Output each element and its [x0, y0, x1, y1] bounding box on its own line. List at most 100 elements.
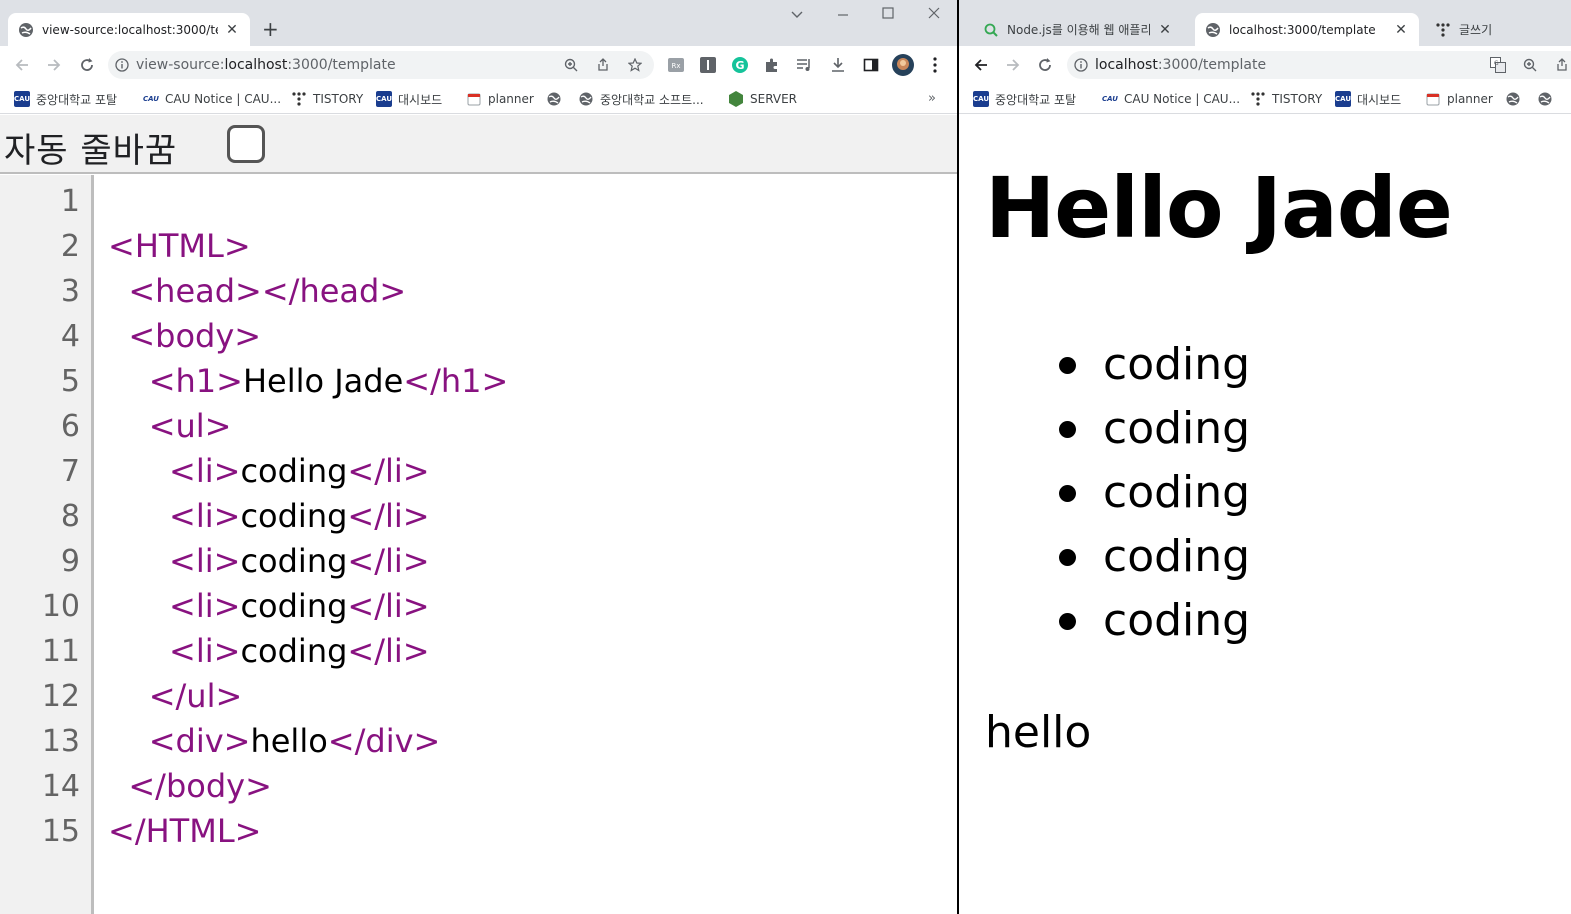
html-tag: </h1> — [403, 362, 509, 400]
close-window-icon[interactable] — [911, 4, 957, 26]
source-line: <ul> — [108, 404, 232, 449]
reload-icon[interactable] — [75, 53, 99, 77]
list-item-text: coding — [1103, 403, 1251, 454]
zoom-icon[interactable] — [560, 54, 582, 76]
share-icon[interactable] — [592, 54, 614, 76]
bookmark-server[interactable]: SERVER — [728, 89, 797, 109]
html-tag: </div> — [327, 722, 441, 760]
cau-dashboard-icon: CAU — [1335, 91, 1351, 107]
bookmark-tistory[interactable]: TISTORY — [291, 89, 363, 109]
extension-rx-icon[interactable]: Rx — [665, 54, 687, 76]
bookmark-tistory[interactable]: TISTORY — [1250, 89, 1322, 109]
chevron-down-icon[interactable] — [774, 4, 820, 26]
bookmark-cau-notice[interactable]: CAU CAU Notice | CAU... — [1102, 89, 1240, 109]
bookmark-cau-portal[interactable]: CAU 중앙대학교 포탈 — [14, 89, 117, 109]
bookmarks-more-button[interactable]: » — [928, 91, 936, 106]
zoom-icon[interactable] — [1519, 54, 1541, 76]
extension-i-icon[interactable] — [697, 54, 719, 76]
line-number: 12 — [41, 679, 80, 714]
line-number: 6 — [60, 409, 80, 444]
menu-icon[interactable] — [924, 54, 946, 76]
tab-nodejs-article[interactable]: Node.js를 이용해 웹 애플리케 ✕ — [973, 13, 1183, 46]
bookmark-dashboard[interactable]: CAU 대시보드 — [1335, 89, 1401, 109]
forward-icon[interactable] — [42, 53, 66, 77]
tab-view-source[interactable]: view-source:localhost:3000/temp ✕ — [8, 13, 250, 46]
source-line: </ul> — [108, 674, 243, 719]
tab-title: Node.js를 이용해 웹 애플리케 — [1007, 23, 1151, 37]
bookmark-globe-2[interactable] — [1537, 89, 1559, 109]
bookmark-globe[interactable] — [1505, 89, 1527, 109]
bookmarks-bar: CAU 중앙대학교 포탈 CAU CAU Notice | CAU... TIS… — [0, 84, 957, 114]
list-item-text: coding — [1103, 339, 1251, 390]
address-bar[interactable]: view-source: localhost:3000/template — [108, 51, 654, 79]
bullet-icon — [1059, 613, 1076, 630]
bookmark-cau-notice[interactable]: CAU CAU Notice | CAU... — [143, 89, 281, 109]
media-control-icon[interactable] — [793, 54, 815, 76]
list-item-text: coding — [1103, 467, 1251, 518]
maximize-icon[interactable] — [865, 4, 911, 26]
html-tag: </li> — [347, 497, 430, 535]
toolbar: localhost:3000/template G — [959, 46, 1571, 84]
source-line: <li>coding</li> — [108, 584, 430, 629]
cau-dashboard-icon: CAU — [376, 91, 392, 107]
text-node: coding — [240, 497, 348, 535]
side-panel-icon[interactable] — [860, 54, 882, 76]
tab-localhost-template[interactable]: localhost:3000/template ✕ — [1195, 13, 1419, 46]
source-line: <li>coding</li> — [108, 539, 430, 584]
bookmark-planner[interactable]: planner — [1425, 89, 1493, 109]
page-heading: Hello Jade — [985, 159, 1453, 257]
html-tag: <ul> — [108, 407, 232, 445]
forward-icon[interactable] — [1001, 53, 1025, 77]
url-path: :3000/template — [287, 57, 396, 73]
site-info-icon[interactable] — [1067, 58, 1095, 72]
globe-icon — [1505, 91, 1521, 107]
back-icon[interactable] — [10, 53, 34, 77]
search-ext-icon — [983, 22, 999, 38]
html-tag: </li> — [347, 542, 430, 580]
url-host: localhost — [224, 57, 288, 73]
close-icon[interactable]: ✕ — [1157, 22, 1173, 38]
close-icon[interactable]: ✕ — [224, 22, 240, 38]
new-tab-button[interactable]: + — [262, 18, 279, 40]
globe-icon — [1205, 22, 1221, 38]
source-line: </body> — [108, 764, 272, 809]
line-number: 4 — [60, 319, 80, 354]
bookmark-dashboard[interactable]: CAU 대시보드 — [376, 89, 442, 109]
reload-icon[interactable] — [1033, 53, 1057, 77]
tistory-icon — [291, 91, 307, 107]
address-bar[interactable]: localhost:3000/template G — [1067, 51, 1571, 79]
line-number: 13 — [41, 724, 80, 759]
tab-strip: view-source:localhost:3000/temp ✕ + — [0, 0, 957, 46]
line-number: 10 — [41, 589, 80, 624]
line-number-gutter: 1 2 3 4 5 6 7 8 9 10 11 12 13 14 15 — [0, 175, 94, 914]
globe-icon — [578, 91, 594, 107]
download-icon[interactable] — [827, 54, 849, 76]
back-icon[interactable] — [969, 53, 993, 77]
svg-text:G: G — [1494, 60, 1499, 67]
text-node: coding — [240, 542, 348, 580]
bookmark-label: 대시보드 — [1357, 92, 1402, 107]
bookmark-cau-software[interactable]: 중앙대학교 소프트... — [578, 89, 704, 109]
tab-tistory-write[interactable]: 글쓰기 — [1425, 13, 1571, 46]
bookmark-planner[interactable]: planner — [466, 89, 534, 109]
extensions-puzzle-icon[interactable] — [761, 54, 783, 76]
text-node: coding — [240, 452, 348, 490]
share-icon[interactable] — [1551, 54, 1571, 76]
close-icon[interactable]: ✕ — [1393, 22, 1409, 38]
bookmark-cau-portal[interactable]: CAU 중앙대학교 포탈 — [973, 89, 1076, 109]
bookmark-globe[interactable] — [546, 89, 568, 109]
grammarly-icon[interactable]: G — [729, 54, 751, 76]
source-line: <head></head> — [108, 269, 406, 314]
bookmark-label: CAU Notice | CAU... — [165, 92, 282, 106]
html-tag: </li> — [347, 632, 430, 670]
source-line: </HTML> — [108, 809, 261, 854]
source-line: <body> — [108, 314, 261, 359]
line-wrap-checkbox[interactable] — [227, 125, 265, 163]
minimize-icon[interactable] — [820, 4, 866, 26]
line-wrap-bar: 자동 줄바꿈 — [0, 115, 957, 174]
site-info-icon[interactable] — [108, 58, 136, 72]
star-icon[interactable] — [624, 54, 646, 76]
svg-text:G: G — [735, 59, 744, 72]
translate-icon[interactable]: G — [1487, 54, 1509, 76]
profile-avatar[interactable] — [892, 54, 914, 76]
